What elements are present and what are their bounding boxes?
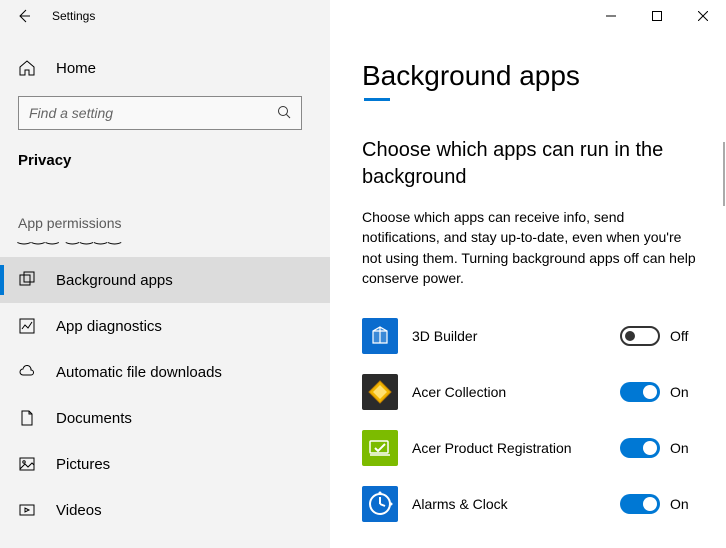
search-wrap — [0, 88, 330, 142]
toggle-label: On — [670, 440, 696, 456]
pictures-icon — [18, 455, 36, 473]
app-row: Acer Product Registration On — [362, 420, 696, 476]
sidebar-item-label: Automatic file downloads — [56, 364, 222, 381]
sidebar-group: App permissions — [0, 179, 330, 237]
app-icon — [362, 318, 398, 354]
maximize-button[interactable] — [634, 0, 680, 32]
sidebar-section: Privacy — [0, 142, 330, 179]
diagnostics-icon — [18, 317, 36, 335]
toggle-wrap: On — [620, 438, 696, 458]
apps-list: 3D BuilderOffAcer CollectionOnAcer Produ… — [362, 308, 696, 532]
section-heading: Choose which apps can run in the backgro… — [362, 137, 682, 191]
app-row: 3D Builder Off — [362, 308, 696, 364]
home-nav[interactable]: Home — [0, 48, 330, 88]
sidebar-item-pictures[interactable]: Pictures — [0, 441, 330, 487]
minimize-button[interactable] — [588, 0, 634, 32]
toggle-wrap: Off — [620, 326, 696, 346]
toggle-switch[interactable] — [620, 382, 660, 402]
sidebar-item-app-diagnostics[interactable]: App diagnostics — [0, 303, 330, 349]
app-icon — [362, 486, 398, 522]
sidebar-item-file-downloads[interactable]: Automatic file downloads — [0, 349, 330, 395]
page-title: Background apps — [362, 60, 696, 92]
sidebar-item-label: Videos — [56, 502, 102, 519]
app-name: 3D Builder — [412, 328, 606, 344]
toggle-wrap: On — [620, 494, 696, 514]
section-description: Choose which apps can receive info, send… — [362, 207, 696, 288]
background-apps-icon — [18, 271, 36, 289]
toggle-label: On — [670, 496, 696, 512]
videos-icon — [18, 501, 36, 519]
app-row: Alarms & Clock On — [362, 476, 696, 532]
titlebar: Settings — [0, 0, 726, 32]
toggle-switch[interactable] — [620, 494, 660, 514]
app-name: Acer Product Registration — [412, 440, 606, 456]
content-pane: Background apps Choose which apps can ru… — [330, 32, 726, 548]
search-input[interactable] — [29, 105, 277, 121]
toggle-label: On — [670, 384, 696, 400]
sidebar-item-background-apps[interactable]: Background apps — [0, 257, 330, 303]
sidebar-item-cutoff: ‿‿‿ ‿‿‿‿ — [0, 237, 330, 257]
home-label: Home — [56, 60, 96, 77]
accent-bar — [364, 98, 390, 101]
app-row: Acer Collection On — [362, 364, 696, 420]
window-title: Settings — [48, 9, 95, 23]
scrollbar-indicator[interactable] — [723, 142, 725, 206]
sidebar-item-label: App diagnostics — [56, 318, 162, 335]
toggle-switch[interactable] — [620, 326, 660, 346]
sidebar-item-label: Pictures — [56, 456, 110, 473]
app-icon — [362, 374, 398, 410]
cloud-download-icon — [18, 363, 36, 381]
app-icon — [362, 430, 398, 466]
sidebar: Home Privacy App permissions ‿‿‿ ‿‿‿‿ Ba… — [0, 32, 330, 548]
toggle-label: Off — [670, 328, 696, 344]
sidebar-item-label: Documents — [56, 410, 132, 427]
document-icon — [18, 409, 36, 427]
toggle-wrap: On — [620, 382, 696, 402]
sidebar-item-documents[interactable]: Documents — [0, 395, 330, 441]
search-icon — [277, 105, 291, 122]
sidebar-item-label: Background apps — [56, 272, 173, 289]
back-button[interactable] — [0, 0, 48, 32]
search-box[interactable] — [18, 96, 302, 130]
titlebar-left: Settings — [0, 0, 330, 32]
toggle-switch[interactable] — [620, 438, 660, 458]
app-name: Acer Collection — [412, 384, 606, 400]
home-icon — [18, 59, 36, 77]
close-button[interactable] — [680, 0, 726, 32]
window-controls — [330, 0, 726, 32]
app-name: Alarms & Clock — [412, 496, 606, 512]
sidebar-item-videos[interactable]: Videos — [0, 487, 330, 533]
